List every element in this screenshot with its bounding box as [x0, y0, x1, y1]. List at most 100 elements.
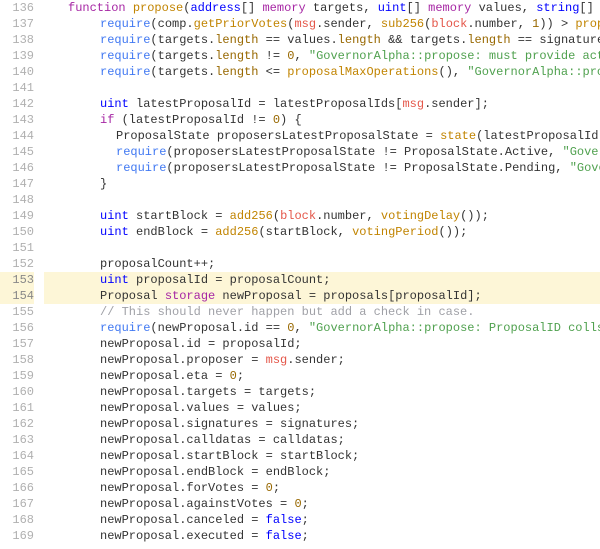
line-number: 160: [0, 384, 34, 400]
token-fn: getPriorVotes: [194, 17, 288, 31]
line-number: 169: [0, 528, 34, 544]
code-line: proposalCount++;: [52, 256, 600, 272]
token-op: .number,: [467, 17, 532, 31]
line-number: 152: [0, 256, 34, 272]
token-op: newProposal.calldatas = calldatas;: [100, 433, 345, 447]
line-number: 153: [0, 272, 34, 288]
token-op: newProposal.id = proposalId;: [100, 337, 302, 351]
line-number: 140: [0, 64, 34, 80]
token-ident: Proposal: [100, 289, 165, 303]
token-op: newProposal.forVotes =: [100, 481, 266, 495]
token-prop: length: [215, 33, 258, 47]
token-op: newProposal.signatures = signatures;: [100, 417, 359, 431]
token-op: }: [100, 177, 107, 191]
code-line: [52, 192, 600, 208]
code-line: newProposal.againstVotes = 0;: [52, 496, 600, 512]
token-op: newProposal.startBlock = startBlock;: [100, 449, 359, 463]
token-op: && targets.: [381, 33, 467, 47]
token-fn: votingPeriod: [352, 225, 438, 239]
code-line: uint endBlock = add256(startBlock, votin…: [52, 224, 600, 240]
line-number: 157: [0, 336, 34, 352]
token-req: require: [100, 17, 150, 31]
code-line: if (latestProposalId != 0) {: [52, 112, 600, 128]
token-param: msg: [402, 97, 424, 111]
line-number: 148: [0, 192, 34, 208]
token-op: []: [241, 1, 263, 15]
token-type: uint: [100, 273, 129, 287]
token-type: address: [190, 1, 240, 15]
token-op: == signatures.: [511, 33, 600, 47]
token-op: (newProposal.id ==: [150, 321, 287, 335]
token-param: block: [431, 17, 467, 31]
token-op: (),: [439, 65, 468, 79]
token-op: .number,: [316, 209, 381, 223]
line-number: 158: [0, 352, 34, 368]
code-line: require(proposersLatestProposalState != …: [52, 160, 600, 176]
token-op: ;: [302, 529, 309, 543]
line-number: 144: [0, 128, 34, 144]
code-line: require(comp.getPriorVotes(msg.sender, s…: [52, 16, 600, 32]
token-req: require: [100, 49, 150, 63]
code-line: [52, 80, 600, 96]
token-req: require: [100, 33, 150, 47]
line-number: 136: [0, 0, 34, 16]
line-number: 142: [0, 96, 34, 112]
line-number-gutter: 1361371381391401411421431441451461471481…: [0, 0, 44, 544]
token-op: ;: [237, 369, 244, 383]
token-type: string: [536, 1, 579, 15]
token-op: (proposersLatestProposalState != Proposa…: [166, 145, 562, 159]
code-line: newProposal.signatures = signatures;: [52, 416, 600, 432]
token-op: (: [273, 209, 280, 223]
token-bool: false: [266, 529, 302, 543]
token-type: uint: [100, 97, 129, 111]
token-num: 0: [230, 369, 237, 383]
token-op: (comp.: [150, 17, 193, 31]
code-line: // This should never happen but add a ch…: [52, 304, 600, 320]
token-op: ) {: [280, 113, 302, 127]
token-op: ;: [273, 481, 280, 495]
token-req: require: [100, 65, 150, 79]
token-fn: votingDelay: [381, 209, 460, 223]
line-number: 149: [0, 208, 34, 224]
token-fn: add256: [230, 209, 273, 223]
token-op: ;: [302, 497, 309, 511]
token-prop: length: [215, 65, 258, 79]
token-fn: propose: [133, 1, 183, 15]
code-line: require(proposersLatestProposalState != …: [52, 144, 600, 160]
token-kw: memory: [262, 1, 312, 15]
code-line: newProposal.forVotes = 0;: [52, 480, 600, 496]
token-req: require: [116, 145, 166, 159]
token-fn: proposalMaxOperations: [287, 65, 438, 79]
code-line: require(targets.length != 0, "GovernorAl…: [52, 48, 600, 64]
line-number: 155: [0, 304, 34, 320]
line-number: 141: [0, 80, 34, 96]
token-op: <=: [258, 65, 287, 79]
token-op: proposalId = proposalCount;: [129, 273, 331, 287]
line-number: 151: [0, 240, 34, 256]
token-req: require: [100, 321, 150, 335]
token-op: (startBlock,: [258, 225, 352, 239]
token-op: latestProposalId = latestProposalIds[: [129, 97, 403, 111]
code-line: require(newProposal.id == 0, "GovernorAl…: [52, 320, 600, 336]
line-number: 154: [0, 288, 34, 304]
line-number: 139: [0, 48, 34, 64]
token-op: []: [407, 1, 429, 15]
token-op: newProposal = proposals[proposalId];: [215, 289, 481, 303]
token-op: ProposalState proposersLatestProposalSta…: [116, 129, 440, 143]
token-req: require: [116, 161, 166, 175]
token-fn: sub256: [381, 17, 424, 31]
code-line: newProposal.startBlock = startBlock;: [52, 448, 600, 464]
line-number: 138: [0, 32, 34, 48]
line-number: 163: [0, 432, 34, 448]
code-line: newProposal.calldatas = calldatas;: [52, 432, 600, 448]
token-kw: if: [100, 113, 122, 127]
line-number: 162: [0, 416, 34, 432]
line-number: 145: [0, 144, 34, 160]
code-area: function propose(address[] memory target…: [44, 0, 600, 544]
line-number: 166: [0, 480, 34, 496]
token-op: (targets.: [150, 33, 215, 47]
token-kw: function: [68, 1, 133, 15]
token-op: newProposal.proposer =: [100, 353, 266, 367]
token-num: 0: [266, 481, 273, 495]
code-line: newProposal.proposer = msg.sender;: [52, 352, 600, 368]
